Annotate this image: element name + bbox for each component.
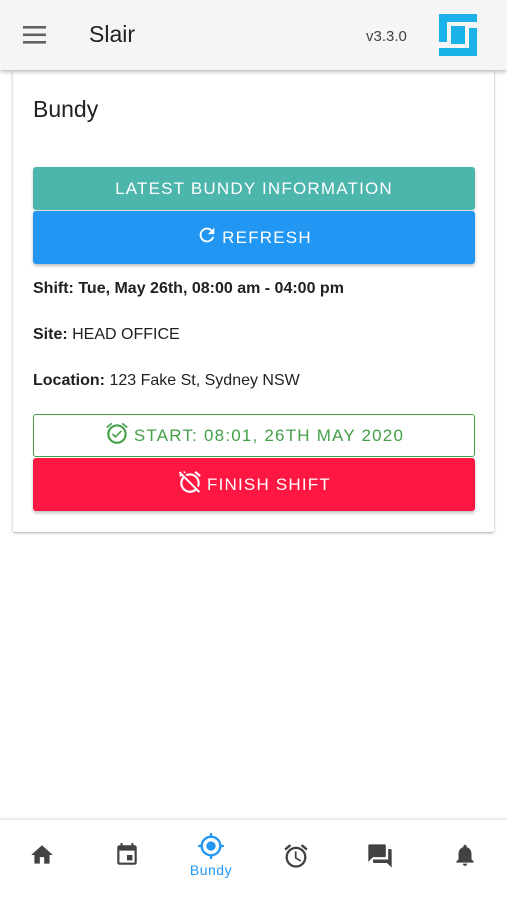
alarm-clock-icon — [284, 844, 308, 868]
home-icon — [31, 845, 53, 864]
app-logo — [437, 12, 479, 58]
nav-item-messages[interactable] — [338, 820, 422, 900]
menu-icon[interactable] — [22, 24, 48, 46]
version-label: v3.3.0 — [366, 28, 407, 45]
finish-shift-button[interactable]: FINISH SHIFT — [33, 458, 475, 511]
nav-item-home[interactable] — [0, 820, 84, 900]
refresh-button[interactable]: REFRESH — [33, 211, 475, 264]
refresh-label: REFRESH — [222, 227, 312, 247]
chat-icon — [368, 844, 392, 868]
nav-item-notifications[interactable] — [423, 820, 507, 900]
bell-icon — [456, 844, 474, 866]
crosshair-icon — [198, 833, 224, 859]
nav-label-bundy: Bundy — [189, 862, 233, 878]
site-info: Site: HEAD OFFICE — [33, 326, 180, 344]
location-label: Location: — [33, 372, 105, 389]
site-label: Site: — [33, 326, 68, 343]
site-value: HEAD OFFICE — [72, 326, 180, 343]
app-title: Slair — [89, 21, 136, 47]
bottom-navigation: Bundy — [0, 820, 507, 900]
latest-bundy-info-button[interactable]: LATEST BUNDY INFORMATION — [33, 167, 475, 210]
shift-value: Tue, May 26th, 08:00 am - 04:00 pm — [78, 280, 344, 297]
nav-item-bundy[interactable]: Bundy — [169, 820, 253, 900]
latest-bundy-info-label: LATEST BUNDY INFORMATION — [115, 178, 393, 198]
refresh-icon — [196, 224, 222, 251]
nav-item-alarm[interactable] — [254, 820, 338, 900]
location-value: 123 Fake St, Sydney NSW — [109, 372, 300, 389]
nav-item-calendar[interactable] — [85, 820, 169, 900]
shift-info: Shift: Tue, May 26th, 08:00 am - 04:00 p… — [33, 280, 344, 298]
card-title: Bundy — [33, 96, 99, 122]
bundy-card: Bundy LATEST BUNDY INFORMATION REFRESH S… — [13, 70, 494, 532]
alarm-off-icon — [177, 469, 207, 500]
start-time-label: START: 08:01, 26TH MAY 2020 — [133, 425, 405, 445]
app-bar: Slair v3.3.0 — [0, 0, 507, 70]
shift-label: Shift: — [33, 280, 74, 297]
alarm-check-icon — [104, 420, 134, 451]
start-time-button[interactable]: START: 08:01, 26TH MAY 2020 — [33, 414, 475, 457]
finish-shift-label: FINISH SHIFT — [207, 474, 331, 494]
location-info: Location: 123 Fake St, Sydney NSW — [33, 372, 300, 390]
calendar-icon — [117, 843, 137, 865]
